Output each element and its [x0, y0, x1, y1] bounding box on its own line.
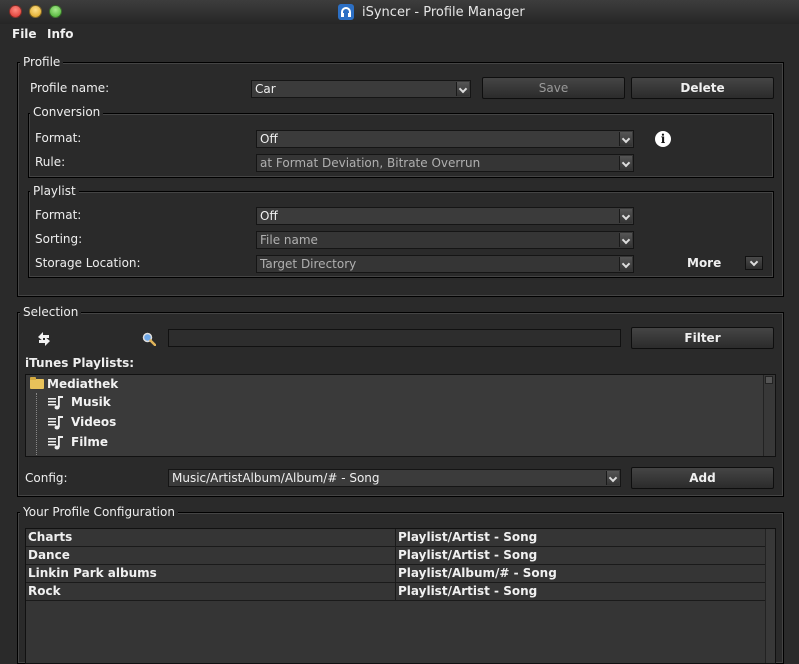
tree-scrollbar[interactable] [763, 375, 775, 456]
chevron-down-icon [456, 82, 469, 96]
conversion-format-value: Off [260, 132, 278, 146]
playlist-icon [48, 396, 66, 410]
chevron-down-icon [619, 257, 632, 271]
chevron-down-icon [606, 471, 619, 485]
playlist-storage-select[interactable]: Target Directory [256, 255, 634, 273]
tree-item-label: Videos [71, 415, 117, 429]
profile-name-select[interactable]: Car [251, 80, 471, 98]
chevron-down-icon [619, 156, 632, 170]
playlist-format-select[interactable]: Off [256, 207, 634, 225]
playlist-sorting-label: Sorting: [35, 232, 83, 246]
tree-scroll-thumb[interactable] [765, 376, 773, 384]
playlist-sorting-value: File name [260, 233, 318, 247]
sync-arrows-icon[interactable] [35, 330, 53, 348]
table-row[interactable]: Dance Playlist/Artist - Song [26, 547, 765, 565]
table-cell-pattern: Playlist/Album/# - Song [398, 566, 557, 580]
config-select[interactable]: Music/ArtistAlbum/Album/# - Song [168, 469, 621, 487]
profile-group-title: Profile [20, 55, 64, 69]
tree-item-mediathek[interactable]: Mediathek [26, 375, 766, 394]
delete-button[interactable]: Delete [631, 77, 774, 99]
tree-item-label: Mediathek [47, 377, 119, 391]
playlist-format-label: Format: [35, 208, 82, 222]
playlist-sorting-select[interactable]: File name [256, 231, 634, 249]
conversion-rule-select[interactable]: at Format Deviation, Bitrate Overrun [256, 154, 634, 172]
table-cell-pattern: Playlist/Artist - Song [398, 584, 538, 598]
folder-icon [30, 377, 44, 389]
conversion-format-label: Format: [35, 131, 82, 145]
table-cell-pattern: Playlist/Artist - Song [398, 530, 538, 544]
menu-bar: File Info [0, 24, 799, 44]
table-cell-playlist: Dance [26, 547, 396, 564]
profile-name-label: Profile name: [30, 81, 110, 95]
playlist-tree[interactable]: Mediathek Musik Videos Filme [25, 374, 776, 457]
conversion-group-title: Conversion [30, 105, 104, 119]
more-label[interactable]: More [687, 256, 721, 270]
conversion-rule-label: Rule: [35, 155, 66, 169]
chevron-down-icon [619, 209, 632, 223]
itunes-playlists-label: iTunes Playlists: [25, 356, 135, 370]
more-toggle-button[interactable] [745, 256, 763, 270]
playlist-icon [48, 436, 66, 450]
playlist-icon [48, 416, 66, 430]
config-value: Music/ArtistAlbum/Album/# - Song [172, 471, 380, 485]
title-bar: iSyncer - Profile Manager [0, 0, 799, 25]
chevron-down-icon [619, 132, 632, 146]
table-cell-playlist: Rock [26, 583, 396, 600]
tree-item-label: Musik [71, 395, 111, 409]
selection-group-title: Selection [20, 305, 82, 319]
playlist-group-title: Playlist [30, 184, 79, 198]
chevron-down-icon [619, 233, 632, 247]
table-row[interactable]: Rock Playlist/Artist - Song [26, 583, 765, 601]
menu-info[interactable]: Info [47, 27, 73, 41]
info-icon[interactable]: i [655, 131, 671, 147]
config-label: Config: [25, 471, 68, 485]
table-cell-playlist: Linkin Park albums [26, 565, 396, 582]
playlist-format-value: Off [260, 209, 278, 223]
configuration-table[interactable]: Charts Playlist/Artist - Song Dance Play… [25, 528, 776, 664]
table-scrollbar[interactable] [765, 529, 775, 663]
save-button[interactable]: Save [482, 77, 625, 99]
add-button[interactable]: Add [631, 467, 774, 489]
window-title: iSyncer - Profile Manager [362, 5, 525, 20]
zoom-window-button[interactable] [49, 5, 62, 18]
profile-name-value: Car [255, 82, 276, 96]
conversion-rule-value: at Format Deviation, Bitrate Overrun [260, 156, 481, 170]
search-input[interactable] [168, 329, 621, 347]
close-window-button[interactable] [9, 5, 22, 18]
tree-item-musik[interactable]: Musik [26, 393, 766, 412]
playlist-storage-label: Storage Location: [35, 256, 141, 270]
conversion-format-select[interactable]: Off [256, 130, 634, 148]
table-cell-playlist: Charts [26, 529, 396, 546]
tree-item-label: Filme [71, 435, 109, 449]
filter-button[interactable]: Filter [631, 327, 774, 349]
table-row[interactable]: Linkin Park albums Playlist/Album/# - So… [26, 565, 765, 583]
table-cell-pattern: Playlist/Artist - Song [398, 548, 538, 562]
headphones-icon [338, 4, 354, 20]
tree-item-videos[interactable]: Videos [26, 413, 766, 432]
table-row[interactable]: Charts Playlist/Artist - Song [26, 529, 765, 547]
menu-file[interactable]: File [12, 27, 37, 41]
tree-item-filme[interactable]: Filme [26, 433, 766, 452]
configuration-group-title: Your Profile Configuration [20, 505, 178, 519]
search-icon [142, 332, 157, 347]
minimize-window-button[interactable] [29, 5, 42, 18]
playlist-storage-value: Target Directory [260, 257, 357, 271]
